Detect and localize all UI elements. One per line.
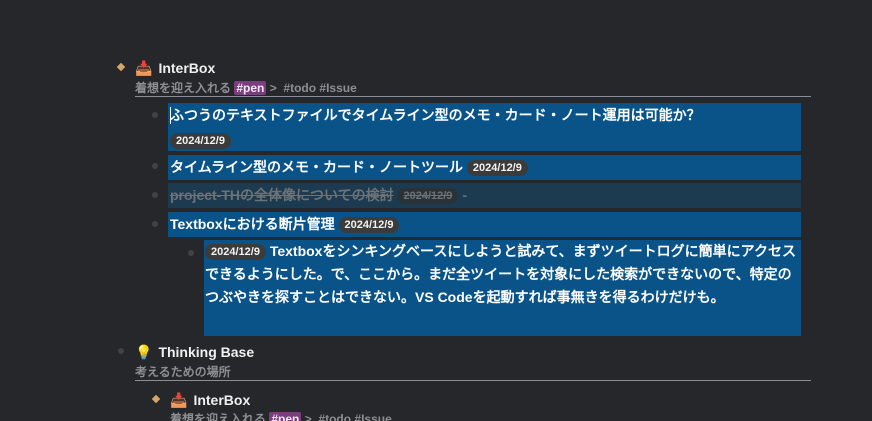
list-item[interactable]: Textboxにおける断片管理 2024/12/9 [170, 213, 400, 235]
light-bulb-icon: 💡 [135, 344, 153, 360]
date-badge[interactable]: 2024/12/9 [338, 217, 400, 233]
sub-list-item-text: Textboxをシンキングベースにしようと試みて、まずツイートログに簡単にアクセ… [205, 243, 796, 305]
tag-todo[interactable]: #todo [318, 412, 351, 421]
list-item-text: タイムライン型のメモ・カード・ノートツール [170, 159, 464, 175]
tag-todo[interactable]: #todo [283, 81, 316, 95]
list-bullet[interactable] [152, 221, 158, 227]
inbox-tray-icon: 📥 [170, 392, 188, 408]
sub-list-item[interactable]: 2024/12/9 Textboxをシンキングベースにしようと試みて、まずツイー… [205, 240, 797, 309]
heading-bullet[interactable] [151, 394, 161, 404]
heading-thinking-base[interactable]: 💡 Thinking Base [135, 343, 254, 361]
subtitle-text: 着想を迎え入れる [135, 81, 232, 95]
heading-bullet[interactable] [116, 62, 126, 72]
heading-subtitle: 考えるための場所 [135, 364, 231, 380]
editor-canvas: 📥 InterBox 着想を迎え入れる #pen > #todo #Issue ふ… [0, 0, 872, 421]
date-badge[interactable]: 2024/12/9 [466, 160, 528, 176]
tag-pen[interactable]: #pen [269, 412, 302, 421]
list-item[interactable]: タイムライン型のメモ・カード・ノートツール 2024/12/9 [170, 156, 528, 178]
tag-issue[interactable]: #Issue [354, 412, 391, 421]
heading-divider [135, 380, 811, 381]
subtitle-text: 考えるための場所 [135, 365, 231, 379]
heading-title: Thinking Base [158, 344, 255, 360]
list-item-suffix: - [462, 187, 467, 203]
list-item-text: Textboxにおける断片管理 [170, 216, 335, 232]
heading-interbox[interactable]: 📥 InterBox [170, 391, 250, 409]
heading-title: InterBox [193, 392, 251, 408]
sub-list-bullet[interactable] [188, 250, 194, 256]
heading-subtitle: 着想を迎え入れる #pen > #todo #Issue [135, 80, 357, 96]
tag-pen[interactable]: #pen [234, 81, 267, 95]
list-bullet[interactable] [152, 192, 158, 198]
inbox-tray-icon: 📥 [135, 60, 153, 76]
tag-issue[interactable]: #Issue [319, 81, 356, 95]
list-bullet[interactable] [152, 163, 158, 169]
heading-divider [135, 96, 811, 97]
heading-subtitle: 着想を迎え入れる #pen > #todo #Issue [170, 411, 392, 421]
list-item-text[interactable]: ふつうのテキストファイルでタイムライン型のメモ・カード・ノート運用は可能か？ [170, 104, 701, 126]
date-badge[interactable]: 2024/12/9 [397, 188, 459, 204]
date-badge[interactable]: 2024/12/9 [170, 133, 231, 149]
separator: > [269, 81, 277, 95]
heading-title: InterBox [158, 60, 216, 76]
list-item-date-line: 2024/12/9 [170, 129, 231, 151]
list-item-done[interactable]: project-THの全体像についての検討 2024/12/9 - [170, 184, 467, 206]
subtitle-text: 着想を迎え入れる [170, 412, 267, 421]
list-item-text: project-THの全体像についての検討 [170, 187, 394, 203]
list-bullet[interactable] [152, 112, 158, 118]
heading-bullet[interactable] [118, 348, 124, 354]
heading-interbox[interactable]: 📥 InterBox [135, 59, 215, 77]
date-badge[interactable]: 2024/12/9 [205, 244, 266, 260]
separator: > [304, 412, 312, 421]
